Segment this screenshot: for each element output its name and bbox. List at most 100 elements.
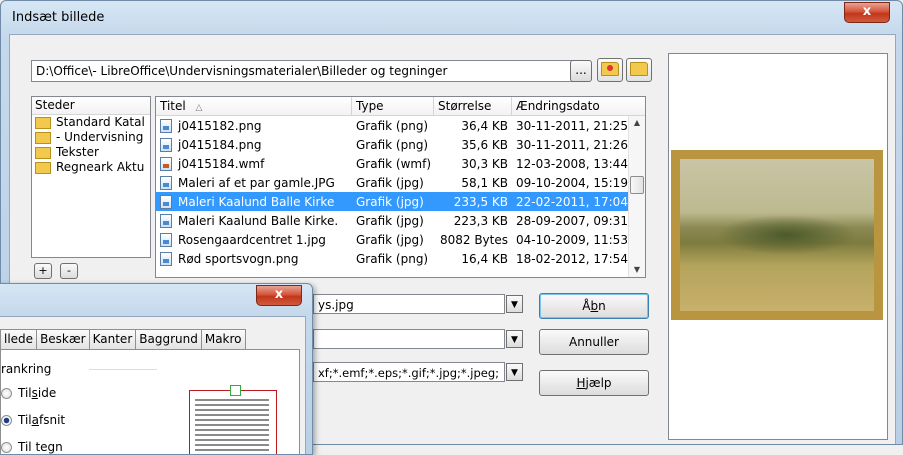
file-row[interactable]: j0415182.png Grafik (png) 36,4 KB 30-11-201… [156,116,645,135]
tab-2[interactable]: Kanter [88,329,137,349]
scroll-up-icon[interactable]: ▲ [629,116,645,130]
anchor-preview [189,385,277,454]
places-header[interactable]: Steder [32,97,150,115]
column-size[interactable]: Størrelse [434,97,512,115]
close-button[interactable]: x [844,2,890,23]
file-size: 30,3 KB [461,156,508,171]
column-title-label: Titel [160,99,186,113]
anchor-marker [230,385,241,396]
preview-painting [671,150,883,320]
file-name: j0415184.png [178,137,262,152]
new-folder-icon [630,62,648,76]
title-bar[interactable]: Indsæt billede x [1,1,902,35]
places-panel[interactable]: Steder Standard Katal - Undervisning Tekst… [31,96,151,258]
tab-1[interactable]: Beskær [36,329,90,349]
wmf-file-icon [160,156,172,171]
tab-4[interactable]: Makro [200,329,246,349]
remove-place-button[interactable]: - [60,263,78,279]
place-item[interactable]: Standard Katal [32,115,150,130]
scroll-down-icon[interactable]: ▼ [629,263,645,277]
file-row[interactable]: Maleri Kaalund Balle Kirke Grafik (jpg) 23… [156,192,645,211]
option-label-b: a [31,413,39,427]
file-type-field[interactable]: xf;*.emf;*.eps;*.gif;*.jpg;*.jpeg; [313,362,505,382]
file-type: Grafik (png) [356,251,429,266]
file-date: 12-03-2008, 13:44:48 [516,156,630,171]
png-file-icon [160,118,172,133]
file-size: 8082 Bytes [439,232,508,247]
tab-0[interactable]: llede [0,329,38,349]
open-button[interactable]: Åbn [539,293,649,319]
place-item[interactable]: - Undervisning [32,130,150,145]
file-type: Grafik (jpg) [356,175,424,190]
file-row[interactable]: j0415184.wmf Grafik (wmf) 30,3 KB 12-03-200… [156,154,645,173]
file-date: 30-11-2011, 21:25:20 [516,118,630,133]
remove-label: - [67,264,71,277]
scroll-thumb[interactable] [630,176,644,194]
file-name-cell: j0415184.png [156,137,352,152]
file-size: 233,5 KB [453,194,508,209]
radio-icon[interactable] [1,441,12,453]
png-file-icon [160,251,172,266]
folder-icon [35,131,51,144]
filename-field[interactable]: ys.jpg [313,294,505,314]
file-date: 30-11-2011, 21:26:14 [516,137,630,152]
anchor-option[interactable]: Til a fsnit [1,413,65,427]
anchor-option[interactable]: Til s ide [1,386,56,400]
add-place-button[interactable]: + [34,263,52,279]
browse-button[interactable]: ... [570,60,592,82]
file-type: Grafik (jpg) [356,194,424,209]
file-row[interactable]: Maleri Kaalund Balle Kirke. Grafik (jpg) 2… [156,211,645,230]
group-divider [89,369,157,370]
file-name-cell: j0415182.png [156,118,352,133]
file-size: 16,4 KB [461,251,508,266]
place-item[interactable]: Regneark Aktu [32,160,150,175]
jpg-file-icon [160,194,172,209]
file-size: 223,3 KB [453,213,508,228]
file-row[interactable]: Rød sportsvogn.png Grafik (png) 16,4 KB 18-… [156,249,645,268]
version-field[interactable] [313,329,505,349]
tab-3[interactable]: Baggrund [135,329,202,349]
cancel-button[interactable]: Annuller [539,329,649,355]
radio-icon[interactable] [1,414,12,426]
jpg-file-icon [160,213,172,228]
column-date[interactable]: Ændringsdato [512,97,629,115]
radio-icon[interactable] [1,387,12,399]
file-size: 35,6 KB [461,137,508,152]
folder-icon [35,116,51,129]
place-item[interactable]: Tekster [32,145,150,160]
place-label: - Undervisning [56,130,144,144]
new-folder-button[interactable] [626,58,652,82]
column-title[interactable]: Titel △ [156,97,352,115]
file-list[interactable]: Titel △ Type Størrelse Ændringsdato j041… [155,96,646,278]
image-dialog-close-button[interactable]: x [256,285,302,306]
file-row[interactable]: Rosengaardcentret 1.jpg Grafik (jpg) 8082 … [156,230,645,249]
path-field[interactable]: D:\Office\- LibreOffice\Undervisningsmat… [31,60,573,82]
file-row[interactable]: Maleri af et par gamle.JPG Grafik (jpg) 58… [156,173,645,192]
file-size: 36,4 KB [461,118,508,133]
sort-ascending-icon: △ [195,103,203,113]
file-name: Maleri af et par gamle.JPG [178,175,335,190]
image-dialog-body: llede Beskær Kanter Baggrund Makro rankring … [0,316,306,454]
help-button[interactable]: Hjælp [539,370,649,396]
place-label: Regneark Aktu [56,160,145,174]
anchor-option[interactable]: Til tegn [1,440,63,454]
file-name-cell: j0415184.wmf [156,156,352,171]
add-label: + [38,264,48,277]
file-name: Rosengaardcentret 1.jpg [178,232,326,247]
version-dropdown-icon[interactable]: ▼ [506,330,523,348]
open-label-c: n [598,299,606,313]
dialog-title: Indsæt billede [12,10,105,25]
file-date: 22-02-2011, 17:04:24 [516,194,630,209]
file-type: Grafik (jpg) [356,213,424,228]
place-label: Tekster [56,145,99,159]
file-type-dropdown-icon[interactable]: ▼ [506,363,523,381]
file-type: Grafik (png) [356,118,429,133]
file-row[interactable]: j0415184.png Grafik (png) 35,6 KB 30-11-201… [156,135,645,154]
file-name-cell: Maleri Kaalund Balle Kirke [156,194,352,209]
column-type[interactable]: Type [352,97,434,115]
filename-dropdown-icon[interactable]: ▼ [506,295,523,313]
up-folder-button[interactable] [597,58,623,82]
file-name: j0415182.png [178,118,262,133]
file-list-scrollbar[interactable]: ▲ ▼ [628,116,645,277]
option-label-c: ide [37,386,57,400]
